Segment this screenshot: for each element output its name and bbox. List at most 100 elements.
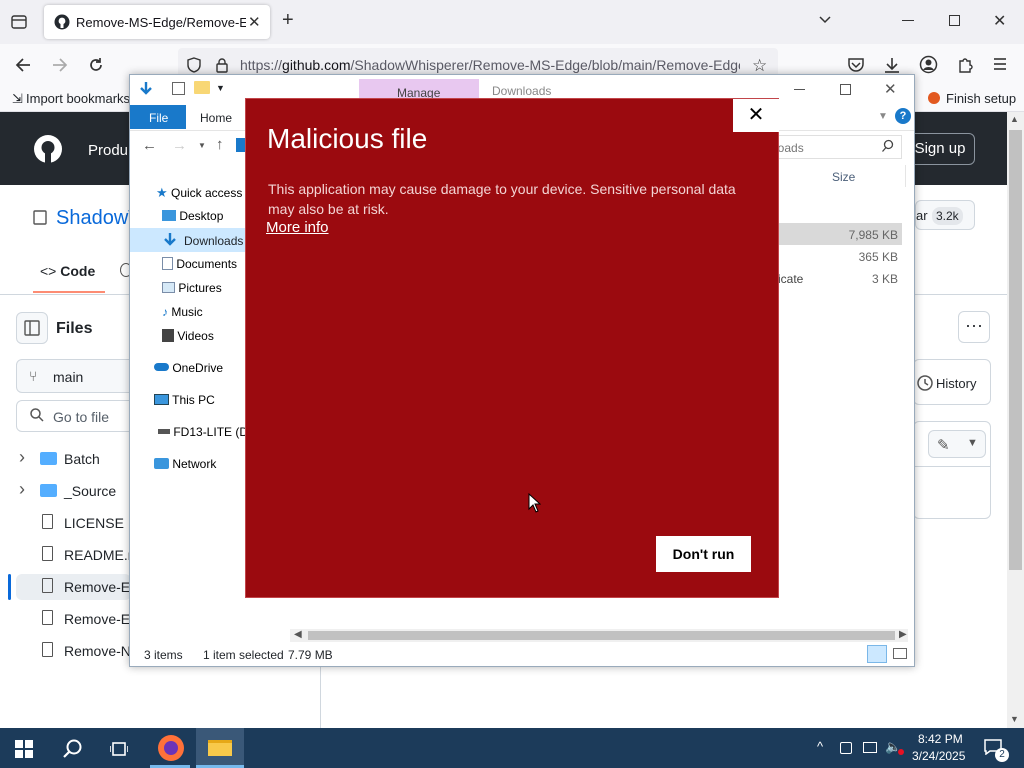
file-row[interactable]: ificate 3 KB xyxy=(770,267,902,289)
chevron-down-icon[interactable] xyxy=(818,12,832,26)
pocket-icon[interactable] xyxy=(847,56,865,74)
forward-icon[interactable] xyxy=(51,56,69,74)
explorer-maximize-icon[interactable] xyxy=(840,84,851,95)
explorer-forward-icon[interactable]: → xyxy=(172,137,187,154)
github-logo-icon[interactable] xyxy=(33,134,63,164)
close-tab-icon[interactable]: ✕ xyxy=(248,13,261,31)
file-row[interactable]: 7,985 KB xyxy=(770,223,902,245)
nav-downloads[interactable]: Downloads xyxy=(130,228,245,252)
new-tab-icon[interactable]: + xyxy=(282,9,294,32)
nav-videos-label: Videos xyxy=(177,329,214,343)
sign-up-button[interactable]: Sign up xyxy=(905,133,975,165)
details-view-icon[interactable] xyxy=(867,645,887,663)
tree-file[interactable]: Remove-Ed xyxy=(16,606,138,632)
menu-icon[interactable] xyxy=(993,57,1007,71)
new-folder-icon[interactable] xyxy=(194,81,210,94)
restore-icon[interactable] xyxy=(949,15,960,26)
explorer-search-placeholder: loads xyxy=(775,141,804,155)
star-button[interactable]: ar 3.2k xyxy=(915,200,975,230)
scroll-right-icon[interactable]: ▶ xyxy=(899,629,907,640)
nav-documents[interactable]: Documents xyxy=(162,257,237,271)
nav-documents-label: Documents xyxy=(176,257,238,271)
up-folder-icon[interactable]: ↑ xyxy=(216,136,224,153)
dont-run-button[interactable]: Don't run xyxy=(656,536,751,572)
nav-quick-access[interactable]: ★ Quick access xyxy=(156,185,242,201)
shield-icon[interactable] xyxy=(186,57,202,73)
extensions-icon[interactable] xyxy=(956,56,974,74)
nav-drive[interactable]: FD13-LITE (D: xyxy=(158,425,251,439)
history-button[interactable]: History xyxy=(913,359,991,405)
tree-folder[interactable]: › Batch xyxy=(16,446,131,472)
lock-icon[interactable] xyxy=(214,57,230,73)
large-icons-view-icon[interactable] xyxy=(893,648,907,659)
more-options-button[interactable]: ··· xyxy=(958,311,990,343)
tree-folder[interactable]: › _Source xyxy=(16,478,131,504)
go-to-file-input[interactable]: Go to file xyxy=(16,400,136,432)
properties-icon[interactable] xyxy=(172,82,185,95)
file-icon xyxy=(42,578,53,593)
explorer-search-box[interactable]: loads xyxy=(772,135,902,159)
explorer-taskbar-button[interactable] xyxy=(196,728,244,768)
explorer-close-icon[interactable]: ✕ xyxy=(884,80,897,98)
nav-videos[interactable]: Videos xyxy=(162,329,214,343)
customize-quick-access-icon[interactable]: ▼ xyxy=(216,83,225,93)
help-icon[interactable]: ? xyxy=(895,108,911,124)
expand-ribbon-icon[interactable]: ▼ xyxy=(878,111,888,122)
horizontal-scrollbar[interactable]: ◀ ▶ xyxy=(290,629,908,642)
close-window-icon[interactable]: ✕ xyxy=(993,11,1006,31)
tree-file[interactable]: Remove-Ed xyxy=(16,574,138,600)
home-tab[interactable]: Home xyxy=(200,111,232,125)
taskbar-search-icon[interactable] xyxy=(62,738,84,760)
chevron-down-icon[interactable]: ▼ xyxy=(967,437,978,449)
nav-pictures[interactable]: Pictures xyxy=(162,281,222,295)
recent-locations-icon[interactable]: ▼ xyxy=(198,141,206,150)
chevron-right-icon[interactable]: › xyxy=(19,479,25,500)
dialog-close-button[interactable]: ✕ xyxy=(733,99,779,132)
edit-button[interactable]: ✎ ▼ xyxy=(928,430,986,458)
nav-this-pc[interactable]: This PC xyxy=(154,393,215,407)
horizontal-scrollbar-thumb[interactable] xyxy=(308,631,895,640)
reload-icon[interactable] xyxy=(87,56,105,74)
nav-onedrive[interactable]: OneDrive xyxy=(154,361,223,375)
bookmark-star-icon[interactable]: ☆ xyxy=(752,56,767,76)
clock-date[interactable]: 3/24/2025 xyxy=(912,749,965,763)
meet-now-icon[interactable] xyxy=(840,742,852,754)
firefox-taskbar-icon[interactable] xyxy=(158,735,184,761)
downloads-icon[interactable] xyxy=(883,56,901,74)
scroll-up-icon[interactable]: ▲ xyxy=(1010,114,1019,124)
collapse-sidebar-button[interactable] xyxy=(16,312,48,344)
tree-file[interactable]: LICENSE xyxy=(16,510,131,536)
browser-tab[interactable]: Remove-MS-Edge/Remove-Edge ✕ xyxy=(44,5,270,39)
finish-setup[interactable]: Finish setup xyxy=(928,91,1016,106)
explorer-minimize-icon[interactable] xyxy=(794,89,805,90)
tray-chevron-icon[interactable]: ^ xyxy=(817,739,823,754)
branch-selector[interactable]: ⑂ main xyxy=(16,359,136,393)
page-scrollbar-thumb[interactable] xyxy=(1009,130,1022,570)
list-all-tabs-icon[interactable] xyxy=(10,13,28,31)
chevron-right-icon[interactable]: › xyxy=(19,447,25,468)
file-ribbon-tab[interactable]: File xyxy=(130,105,186,129)
account-icon[interactable] xyxy=(919,55,938,74)
scroll-down-icon[interactable]: ▼ xyxy=(1010,714,1019,724)
clock-time[interactable]: 8:42 PM xyxy=(918,732,963,746)
github-nav-product[interactable]: Produ xyxy=(88,142,128,159)
nav-desktop-label: Desktop xyxy=(179,209,224,223)
nav-network[interactable]: Network xyxy=(154,457,216,471)
file-row[interactable]: 365 KB xyxy=(770,245,902,267)
file-row-size: 3 KB xyxy=(871,272,898,286)
scroll-left-icon[interactable]: ◀ xyxy=(294,629,302,640)
nav-desktop[interactable]: Desktop xyxy=(162,209,223,223)
code-tab[interactable]: <> Code xyxy=(40,263,95,279)
column-header-size[interactable]: Size xyxy=(832,170,855,184)
tree-file[interactable]: README.m xyxy=(16,542,139,568)
task-view-icon[interactable] xyxy=(110,740,128,758)
windows-start-icon[interactable] xyxy=(15,740,33,758)
back-icon[interactable] xyxy=(14,56,32,74)
network-tray-icon[interactable] xyxy=(863,742,877,753)
nav-music[interactable]: ♪ Music xyxy=(162,305,203,319)
more-info-link[interactable]: More info xyxy=(266,219,329,236)
tree-file[interactable]: Remove-N xyxy=(16,638,131,664)
minimize-icon[interactable] xyxy=(902,20,914,21)
import-bookmarks[interactable]: ⇲ Import bookmarks xyxy=(12,91,130,107)
explorer-back-icon[interactable]: ← xyxy=(142,137,157,154)
